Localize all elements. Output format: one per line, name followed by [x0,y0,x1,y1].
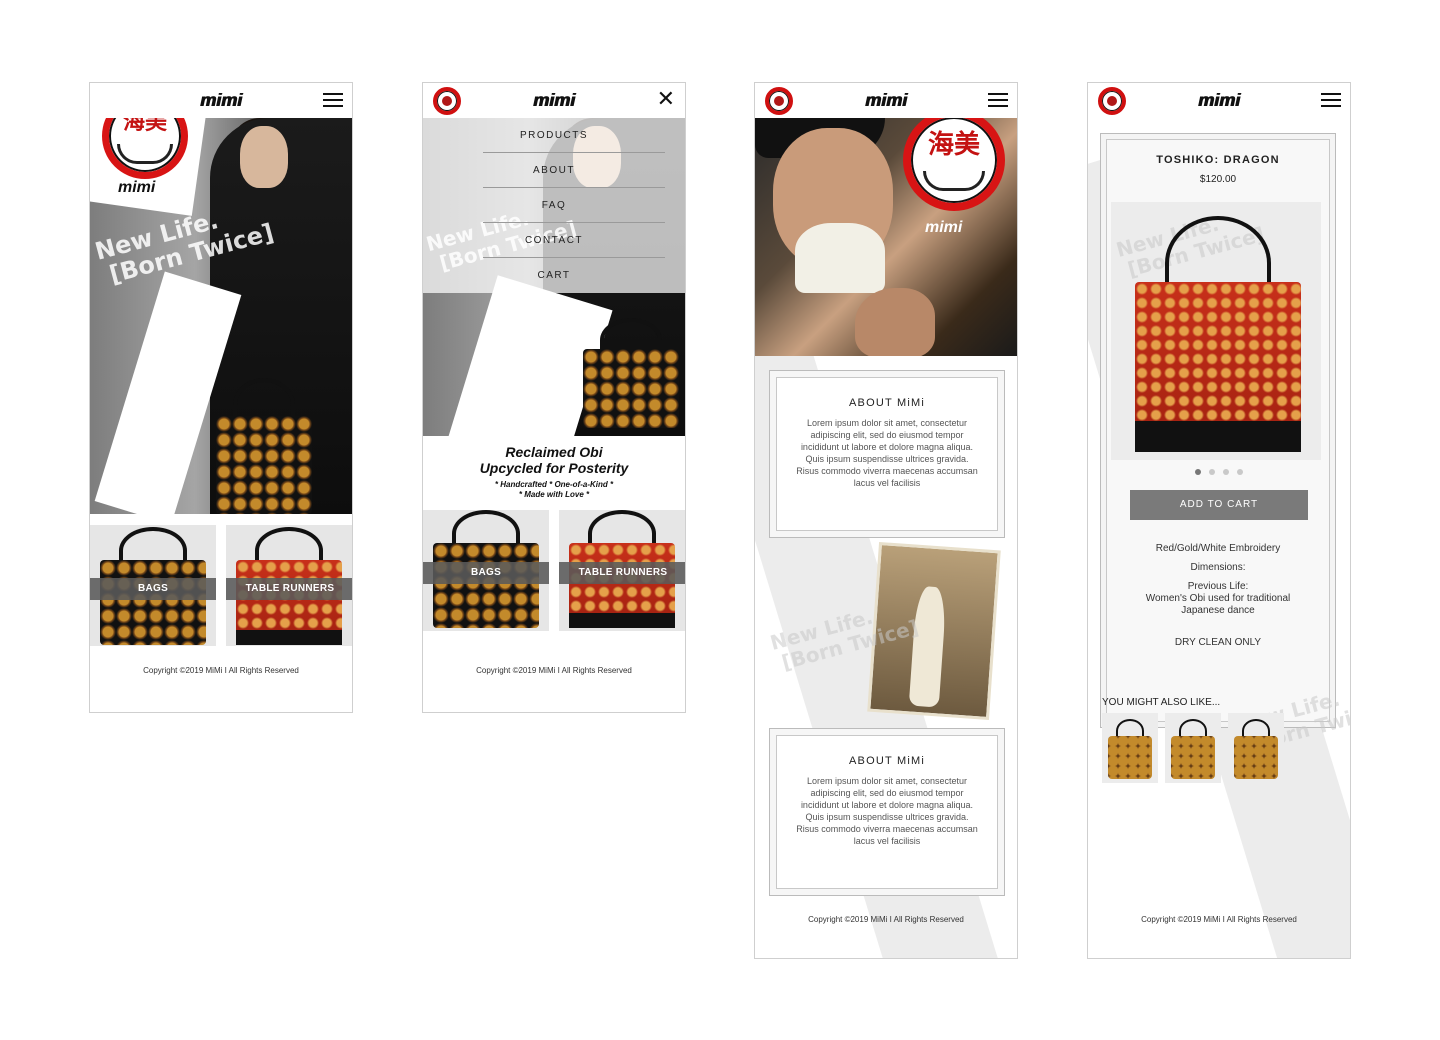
hamburger-menu-icon[interactable] [323,93,343,108]
promo-headline: Reclaimed Obi Upcycled for Posterity [423,444,685,476]
about-title: ABOUT MiMi [849,755,925,767]
about-body: Lorem ipsum dolor sit amet, consectetur … [796,418,978,488]
brand-wordmark[interactable]: mimi [531,90,577,111]
header-bar: mimi [1088,83,1350,118]
carousel-dot-4[interactable] [1237,469,1243,475]
category-label: TABLE RUNNERS [226,578,352,600]
product-card: TOSHIKO: DRAGON $120.00 New Life. [Born … [1100,133,1336,728]
carousel-dot-3[interactable] [1223,469,1229,475]
recommendation-item[interactable] [1228,713,1284,783]
mobile-about-screen: mimi 海美 mimi ABOUT MiMi Lorem ipsum dolo… [754,82,1018,959]
footer-copyright: Copyright ©2019 MiMi I All Rights Reserv… [143,666,299,675]
logo-wordmark: mimi [925,219,963,236]
spec-previous-1: Previous Life: [1187,581,1249,592]
mobile-menu-screen: mimi ✕ New Life. [Born Twice] PRODUCTS A… [422,82,686,713]
hero-bag-image [216,378,312,514]
product-image[interactable]: New Life. [Born Twice] [1111,202,1321,460]
about-title: ABOUT MiMi [849,397,925,409]
header-bar: mimi ✕ [423,83,685,118]
menu-item-faq[interactable]: FAQ [423,188,685,223]
hamburger-menu-icon[interactable] [988,93,1008,108]
subline-1: * Handcrafted * One-of-a-Kind * [494,480,614,489]
mobile-product-screen: mimi TOSHIKO: DRAGON $120.00 New Life. [… [1087,82,1351,959]
about-card: ABOUT MiMi Lorem ipsum dolor sit amet, c… [769,728,1005,896]
subline-2: * Made with Love * [518,490,590,499]
about-body: Lorem ipsum dolor sit amet, consectetur … [796,776,978,846]
logo-kanji: 海美 [927,130,980,160]
close-icon[interactable]: ✕ [657,89,675,111]
header-bar: mimi [755,83,1017,118]
menu-item-products[interactable]: PRODUCTS [423,118,685,153]
mimi-logo-icon[interactable] [1098,87,1126,115]
nav-menu-overlay: PRODUCTS ABOUT FAQ CONTACT CART [423,118,685,293]
spec-previous-2: Women's Obi used for traditional [1145,593,1291,604]
recommendation-item[interactable] [1165,713,1221,783]
mimi-logo-icon[interactable] [433,87,461,115]
brand-wordmark[interactable]: mimi [863,90,909,111]
footer-copyright: Copyright ©2019 MiMi I All Rights Reserv… [1141,915,1297,924]
brand-wordmark[interactable]: mimi [1196,90,1242,111]
headline-line-2: Upcycled for Posterity [479,460,629,476]
add-to-cart-button[interactable]: ADD TO CART [1130,490,1308,520]
footer-copyright: Copyright ©2019 MiMi I All Rights Reserv… [476,666,632,675]
menu-item-contact[interactable]: CONTACT [423,223,685,258]
menu-item-cart[interactable]: CART [423,258,685,293]
category-label: BAGS [90,578,216,600]
brand-wordmark[interactable]: mimi [198,90,244,111]
category-tile-bags[interactable]: BAGS [423,510,549,631]
headline-line-1: Reclaimed Obi [505,444,603,460]
recommendations-title: YOU MIGHT ALSO LIKE... [1102,697,1221,708]
recommendation-item[interactable] [1102,713,1158,783]
product-name: TOSHIKO: DRAGON [1156,154,1280,166]
category-label: TABLE RUNNERS [559,562,685,584]
product-price: $120.00 [1199,174,1237,185]
spec-embroidery: Red/Gold/White Embroidery [1155,543,1281,554]
product-bag [1135,216,1301,452]
mimi-logo-icon[interactable]: 海美 [903,109,1005,211]
mobile-home-screen: mimi New Life. [Born Twice] 海美 mimi BAGS… [89,82,353,713]
spec-dimensions: Dimensions: [1190,562,1246,573]
carousel-dot-1[interactable] [1195,469,1201,475]
spec-care: DRY CLEAN ONLY [1174,637,1262,648]
menu-item-about[interactable]: ABOUT [423,153,685,188]
category-label: BAGS [423,562,549,584]
hero-image: New Life. [Born Twice] [90,118,352,514]
category-tile-table-runners[interactable]: TABLE RUNNERS [559,510,685,631]
promo-subline: * Handcrafted * One-of-a-Kind * * Made w… [423,480,685,500]
mimi-logo-icon[interactable] [765,87,793,115]
carousel-dot-2[interactable] [1209,469,1215,475]
footer-copyright: Copyright ©2019 MiMi I All Rights Reserv… [808,915,964,924]
category-tile-bags[interactable]: BAGS [90,525,216,646]
hamburger-menu-icon[interactable] [1321,93,1341,108]
about-card: ABOUT MiMi Lorem ipsum dolor sit amet, c… [769,370,1005,538]
spec-previous-3: Japanese dance [1181,605,1255,616]
hero-bag-image [583,318,679,428]
logo-wordmark: mimi [118,179,156,196]
header-bar: mimi [90,83,352,118]
category-tile-table-runners[interactable]: TABLE RUNNERS [226,525,352,646]
